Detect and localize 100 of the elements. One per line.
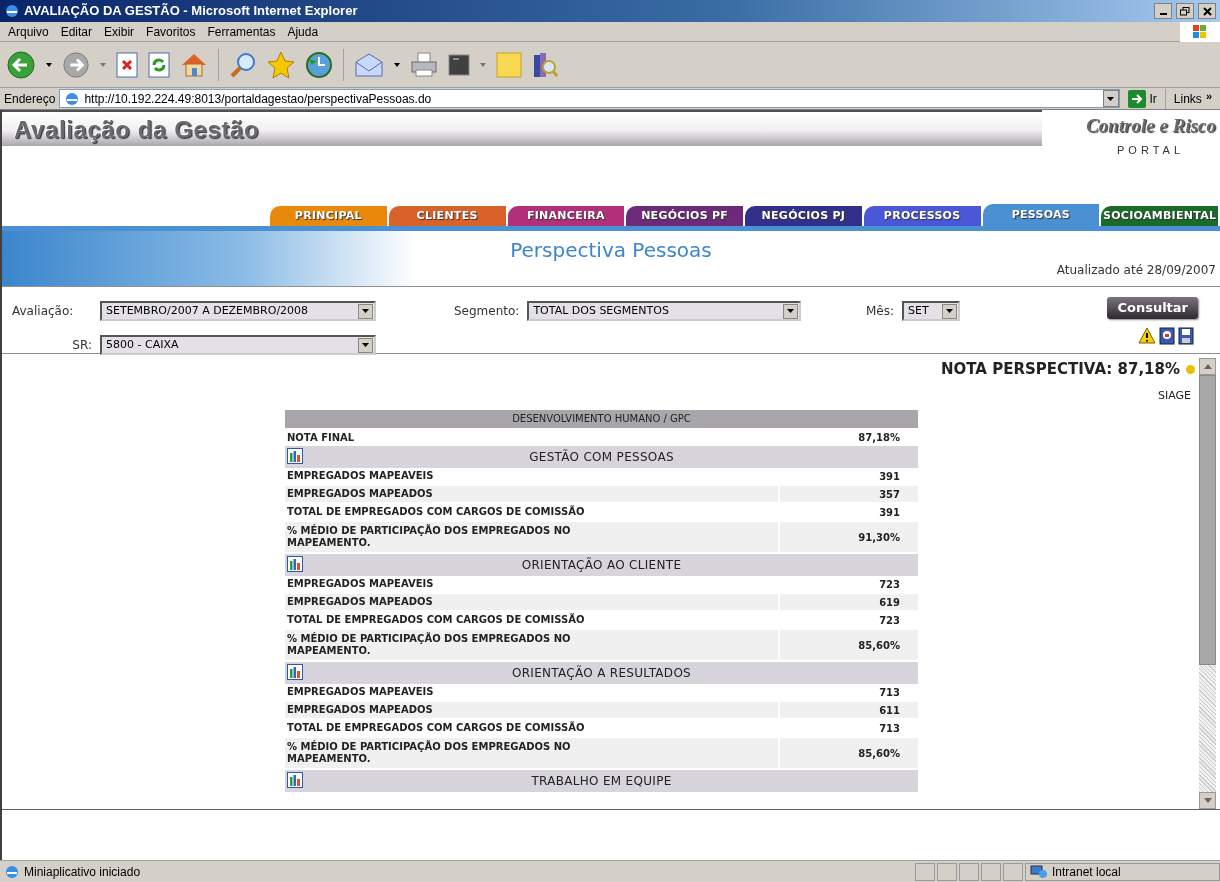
table-cell: 723 bbox=[778, 576, 918, 592]
page-title: Perspectiva Pessoas bbox=[509, 237, 713, 264]
history-icon[interactable] bbox=[305, 50, 333, 79]
star-icon[interactable] bbox=[267, 50, 295, 79]
table-cell-text: TOTAL DE EMPREGADOS COM CARGOS DE COMISSÃO bbox=[286, 506, 585, 518]
nav-tab[interactable]: FINANCEIRA bbox=[507, 206, 625, 226]
refresh-icon[interactable] bbox=[148, 51, 170, 78]
menu-item[interactable]: Editar bbox=[60, 22, 93, 41]
stop-icon[interactable] bbox=[116, 51, 138, 78]
filter-label: SR: bbox=[71, 337, 92, 354]
home-icon[interactable] bbox=[180, 51, 208, 78]
dropdown-arrow-icon[interactable] bbox=[362, 343, 369, 347]
menu-item[interactable]: Exibir bbox=[104, 22, 135, 41]
filter-label: Segmento: bbox=[454, 303, 520, 320]
table-cell-text: % MÉDIO DE PARTICIPAÇÃO DOS EMPREGADOS NO MAPEAMENTO. bbox=[286, 741, 572, 765]
section-header: ORIENTAÇÃO AO CLIENTE bbox=[285, 554, 918, 576]
table-cell-text: EMPREGADOS MAPEADOS bbox=[286, 488, 433, 500]
select-field[interactable]: TOTAL DOS SEGMENTOS bbox=[527, 301, 802, 321]
nav-tab[interactable]: CLIENTES bbox=[388, 206, 506, 226]
dropdown-arrow-icon[interactable] bbox=[362, 309, 369, 313]
table-cell: 619 bbox=[778, 594, 918, 610]
portal-label: PORTAL bbox=[1117, 143, 1184, 158]
table-cell-text: 87,18% bbox=[857, 430, 901, 445]
table-title: DESENVOLVIMENTO HUMANO / GPC bbox=[285, 410, 918, 428]
scroll-down-icon[interactable] bbox=[1203, 798, 1212, 803]
dropdown-arrow-icon[interactable] bbox=[394, 62, 400, 67]
chart-icon[interactable] bbox=[287, 556, 303, 572]
links-button[interactable]: Links » bbox=[1169, 88, 1216, 109]
table-cell: 723 bbox=[778, 612, 918, 628]
dropdown-arrow-icon[interactable] bbox=[1107, 96, 1114, 101]
table-cell: 85,60% bbox=[778, 738, 918, 768]
table-cell: 85,60% bbox=[778, 630, 918, 660]
section-header: ORIENTAÇÃO A RESULTADOS bbox=[285, 662, 918, 684]
table-cell-text: TOTAL DE EMPREGADOS COM CARGOS DE COMISSÃO bbox=[286, 722, 585, 734]
browser-icon bbox=[4, 3, 20, 19]
nav-tab[interactable]: SOCIOAMBIENTAL bbox=[1101, 206, 1218, 226]
site-title: Avaliação da Gestão bbox=[14, 115, 260, 145]
dropdown-arrow-icon[interactable] bbox=[946, 309, 954, 313]
mail-icon[interactable] bbox=[354, 51, 384, 78]
address-label: Endereço bbox=[4, 90, 56, 108]
menu-item[interactable]: Ajuda bbox=[287, 22, 319, 41]
books-magnifier-icon[interactable] bbox=[532, 50, 558, 79]
back-icon[interactable] bbox=[6, 49, 36, 80]
table-cell: 391 bbox=[778, 468, 918, 484]
intranet-icon bbox=[1030, 864, 1048, 879]
restore-icon bbox=[1180, 6, 1190, 16]
chart-icon[interactable] bbox=[287, 664, 303, 680]
window-title: AVALIAÇÃO DA GESTÃO - Microsoft Internet Explorer bbox=[24, 2, 359, 21]
table-cell: 611 bbox=[778, 702, 918, 718]
select-field[interactable]: SET bbox=[902, 301, 961, 321]
select-field[interactable]: 5800 - CAIXA bbox=[100, 335, 376, 355]
close-button[interactable] bbox=[1198, 3, 1216, 19]
table-cell-text: EMPREGADOS MAPEAVEIS bbox=[286, 578, 434, 590]
scrollbar[interactable] bbox=[1199, 358, 1216, 809]
table-cell-text: EMPREGADOS MAPEAVEIS bbox=[286, 470, 434, 482]
chart-icon[interactable] bbox=[287, 448, 303, 464]
go-button[interactable]: Ir bbox=[1123, 88, 1161, 109]
edit-icon[interactable] bbox=[448, 53, 470, 76]
nav-tab[interactable]: NEGÓCIOS PF bbox=[626, 206, 743, 226]
forward-icon[interactable] bbox=[62, 50, 90, 79]
windows-logo-icon bbox=[1180, 21, 1220, 42]
dropdown-arrow-icon[interactable] bbox=[46, 62, 52, 67]
chart-icon[interactable] bbox=[287, 772, 303, 788]
address-field[interactable]: http://10.192.224.49:8013/portaldagestao/perspectivaPessoas.do bbox=[59, 89, 1120, 108]
source-label: SIAGE bbox=[1157, 388, 1191, 404]
table-cell: 713 bbox=[778, 720, 918, 736]
scroll-up-icon[interactable] bbox=[1203, 364, 1212, 369]
page-icon bbox=[64, 90, 81, 107]
restore-button[interactable] bbox=[1176, 3, 1194, 19]
menu-item[interactable]: Favoritos bbox=[146, 22, 196, 41]
nav-tab[interactable]: PROCESSOS bbox=[863, 206, 981, 226]
table-cell-text: % MÉDIO DE PARTICIPAÇÃO DOS EMPREGADOS NO MAPEAMENTO. bbox=[286, 633, 572, 657]
table-cell: 713 bbox=[778, 684, 918, 700]
printer-icon[interactable] bbox=[410, 51, 438, 78]
status-text: Miniaplicativo iniciado bbox=[24, 863, 142, 881]
menu-item[interactable]: Arquivo bbox=[8, 22, 49, 41]
minimize-button[interactable] bbox=[1154, 3, 1172, 19]
table-cell-text: TOTAL DE EMPREGADOS COM CARGOS DE COMISSÃO bbox=[286, 614, 585, 626]
menu-item[interactable]: Ferramentas bbox=[207, 22, 276, 41]
select-field[interactable]: SETEMBRO/2007 A DEZEMBRO/2008 bbox=[100, 301, 376, 321]
report-icon[interactable] bbox=[1159, 327, 1175, 345]
updated-date: Atualizado até 28/09/2007 bbox=[1056, 262, 1216, 279]
table-cell: 391 bbox=[778, 504, 918, 520]
page-icon bbox=[4, 863, 20, 880]
table-cell-text: EMPREGADOS MAPEAVEIS bbox=[286, 686, 434, 698]
table-cell: 357 bbox=[778, 486, 918, 502]
nav-tab[interactable]: NEGÓCIOS PJ bbox=[745, 206, 862, 226]
consult-button[interactable]: Consultar bbox=[1107, 297, 1198, 319]
warning-icon[interactable] bbox=[1138, 327, 1156, 344]
save-icon[interactable] bbox=[1178, 327, 1194, 345]
close-icon bbox=[1202, 6, 1212, 16]
filter-label: Mês: bbox=[866, 303, 895, 320]
search-icon[interactable] bbox=[229, 50, 257, 79]
security-zone: Intranet local bbox=[1052, 863, 1121, 881]
table-cell-text: % MÉDIO DE PARTICIPAÇÃO DOS EMPREGADOS NO MAPEAMENTO. bbox=[286, 525, 572, 549]
section-header: TRABALHO EM EQUIPE bbox=[285, 770, 918, 792]
perspective-score: NOTA PERSPECTIVA: 87,18% bbox=[940, 359, 1180, 380]
dropdown-arrow-icon[interactable] bbox=[787, 309, 795, 313]
table-cell-text: EMPREGADOS MAPEADOS bbox=[286, 596, 433, 608]
section-header: GESTÃO COM PESSOAS bbox=[285, 446, 918, 468]
